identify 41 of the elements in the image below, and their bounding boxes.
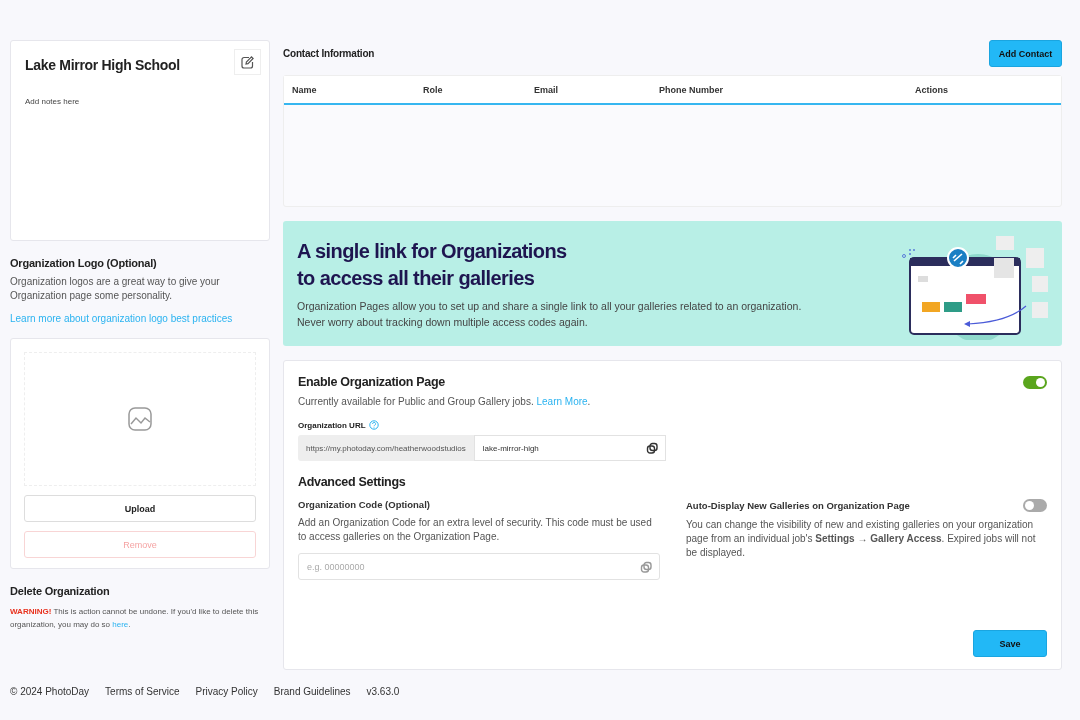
section-title: Advanced Settings <box>298 475 407 489</box>
column-header: Name <box>292 84 318 95</box>
url-prefix: https://my.photoday.com/heatherwoodstudios <box>298 435 474 461</box>
description-text: Organization logos are a great way to give your Organization page some personality. <box>10 275 221 303</box>
code-input-field[interactable]: e.g. 00000000 <box>298 553 660 580</box>
footer-link[interactable]: Brand Guidelines <box>273 686 351 697</box>
organization-name: Lake Mirror High School <box>25 57 180 73</box>
section-title: Organization Logo (Optional) <box>10 257 158 269</box>
warning-text: WARNING! This is action cannot be undone. If you'd like to delete this organization, you may do so here. <box>10 606 260 631</box>
field-label: Organization Code (Optional) <box>298 499 431 510</box>
copy-icon <box>640 560 653 574</box>
column-header: Role <box>423 84 444 95</box>
footer-link[interactable]: Privacy Policy <box>195 686 258 697</box>
copy-icon <box>646 442 659 455</box>
description-text: Add an Organization Code for an extra level of security. This code must be used to access galleries on the Organization Page. <box>298 516 653 544</box>
banner-title: A single link for Organizations to access all their galleries <box>297 238 568 291</box>
banner-description: Organization Pages allow you to set up and share a single link to all your galleries related to an organization. Never worry about tracking down multiple access codes again. <box>297 298 802 330</box>
description-text: You can change the visibility of new and existing galleries on your organization page from an individual job's Settings → Gallery Access. Expired jobs will not be displayed. <box>686 518 1037 560</box>
footer-link[interactable]: Terms of Service <box>105 686 180 697</box>
section-title: Enable Organization Page <box>298 375 445 389</box>
image-icon <box>128 407 152 431</box>
save-button[interactable]: Save <box>973 630 1047 657</box>
notes-placeholder[interactable]: Add notes here <box>25 97 261 106</box>
upload-button[interactable]: Upload <box>24 495 256 522</box>
column-header: Phone Number <box>659 84 724 95</box>
field-label: Auto-Display New Galleries on Organization Page <box>686 500 910 511</box>
edit-button[interactable] <box>234 49 261 75</box>
version-text: v3.63.0 <box>366 686 400 697</box>
column-header: Email <box>534 84 559 95</box>
section-title: Contact Information <box>283 48 375 59</box>
edit-icon <box>240 54 255 70</box>
add-contact-button[interactable]: Add Contact <box>989 40 1062 67</box>
help-icon <box>368 420 379 430</box>
toggle-switch[interactable] <box>1023 375 1047 389</box>
copyright-text: © 2024 PhotoDay <box>10 686 90 697</box>
availability-text: Currently available for Public and Group Gallery jobs. Learn More. <box>298 395 592 409</box>
url-input-field[interactable]: lake-mirror-high <box>473 435 666 461</box>
section-title: Delete Organization <box>10 585 111 597</box>
field-label: Organization URL <box>298 420 366 430</box>
toggle-switch[interactable] <box>1023 499 1047 512</box>
column-header: Actions <box>915 84 949 95</box>
